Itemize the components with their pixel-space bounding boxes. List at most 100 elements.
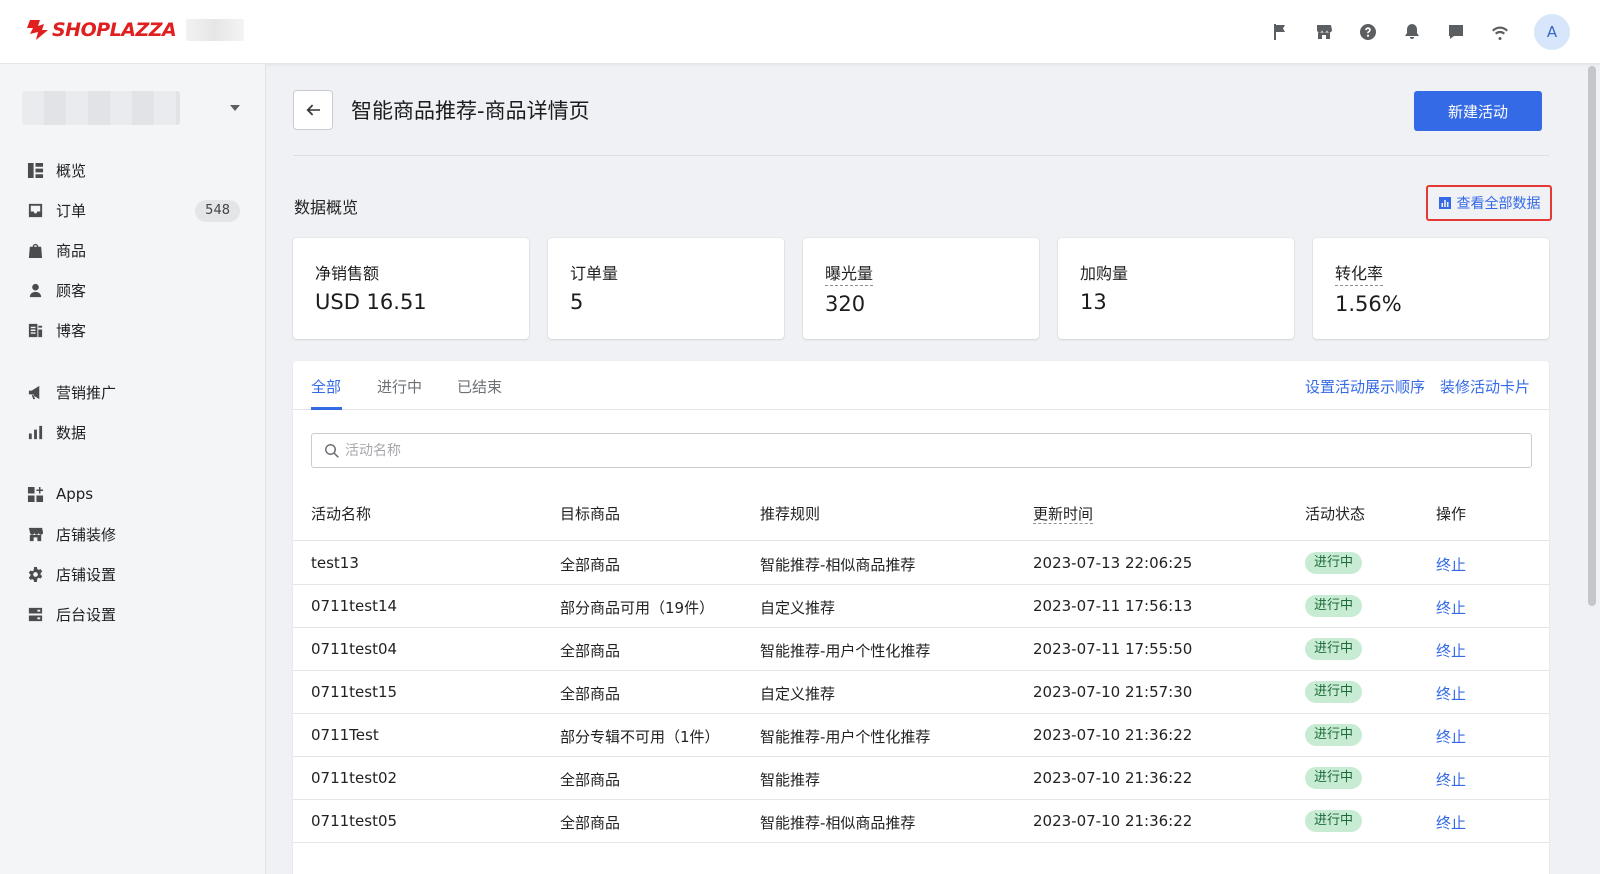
column-header-sortable[interactable]: 更新时间 xyxy=(1033,503,1094,524)
search-input[interactable] xyxy=(345,442,1495,459)
arrow-left-icon xyxy=(306,104,320,116)
active-tab-indicator xyxy=(311,407,342,410)
updated-time: 2023-07-11 17:56:13 xyxy=(1033,597,1193,615)
sidebar-item-admin-settings[interactable]: 后台设置 xyxy=(26,598,240,630)
column-header: 操作 xyxy=(1436,505,1467,523)
recommend-rule: 智能推荐-相似商品推荐 xyxy=(760,556,916,574)
sidebar-item-orders[interactable]: 订单 548 xyxy=(26,194,240,226)
sidebar-item-customers[interactable]: 顾客 xyxy=(26,274,240,306)
overview-icon xyxy=(26,161,44,179)
page-title: 智能商品推荐-商品详情页 xyxy=(351,99,590,123)
updated-time: 2023-07-11 17:55:50 xyxy=(1033,640,1193,658)
avatar[interactable]: A xyxy=(1534,14,1570,50)
table-row[interactable]: 0711test04 全部商品 智能推荐-用户个性化推荐 2023-07-11 … xyxy=(293,628,1549,671)
stop-link[interactable]: 终止 xyxy=(1436,769,1466,790)
column-header: 推荐规则 xyxy=(760,505,821,523)
recommend-rule: 智能推荐-相似商品推荐 xyxy=(760,814,916,832)
sidebar-item-label: 店铺装修 xyxy=(56,525,117,544)
tab-ended[interactable]: 已结束 xyxy=(457,376,502,397)
table-row[interactable]: 0711test02 全部商品 智能推荐 2023-07-10 21:36:22… xyxy=(293,757,1549,800)
sidebar-item-label: 顾客 xyxy=(56,281,87,300)
blurred-store-name xyxy=(186,19,245,41)
stat-label[interactable]: 转化率 xyxy=(1335,260,1384,286)
decorate-card-link[interactable]: 装修活动卡片 xyxy=(1440,376,1530,397)
target-products: 部分专辑不可用（1件） xyxy=(560,728,720,746)
activity-name: 0711Test xyxy=(311,726,379,744)
view-all-data-link[interactable]: 查看全部数据 xyxy=(1426,185,1552,221)
bag-icon xyxy=(26,241,44,259)
target-products: 全部商品 xyxy=(560,771,621,789)
sidebar-item-label: 后台设置 xyxy=(56,605,117,624)
help-icon[interactable] xyxy=(1356,20,1380,44)
sidebar-item-overview[interactable]: 概览 xyxy=(26,154,240,186)
target-products: 全部商品 xyxy=(560,556,621,574)
stop-link[interactable]: 终止 xyxy=(1436,812,1466,833)
recommend-rule: 自定义推荐 xyxy=(760,685,836,703)
stat-label: 加购量 xyxy=(1080,264,1129,283)
tab-all[interactable]: 全部 xyxy=(311,376,341,397)
stop-link[interactable]: 终止 xyxy=(1436,683,1466,704)
store-icon[interactable] xyxy=(1312,20,1336,44)
activity-name: 0711test04 xyxy=(311,640,398,658)
table-row[interactable]: 0711test15 全部商品 自定义推荐 2023-07-10 21:57:3… xyxy=(293,671,1549,714)
sidebar-item-store-design[interactable]: 店铺装修 xyxy=(26,518,240,550)
recommend-rule: 智能推荐-用户个性化推荐 xyxy=(760,642,931,660)
gear-icon xyxy=(26,565,44,583)
sidebar-item-products[interactable]: 商品 xyxy=(26,234,240,266)
page-scrollbar[interactable] xyxy=(1588,66,1596,606)
sidebar-item-label: Apps xyxy=(56,485,94,503)
sidebar-item-label: 商品 xyxy=(56,241,87,260)
sidebar-item-label: 订单 xyxy=(56,201,87,220)
table-row[interactable]: 0711Test 部分专辑不可用（1件） 智能推荐-用户个性化推荐 2023-0… xyxy=(293,714,1549,757)
sidebar-item-blog[interactable]: 博客 xyxy=(26,314,240,346)
stop-link[interactable]: 终止 xyxy=(1436,640,1466,661)
column-header: 活动名称 xyxy=(311,505,372,523)
sidebar-item-label: 数据 xyxy=(56,423,87,442)
sidebar-item-apps[interactable]: Apps xyxy=(26,478,240,510)
back-button[interactable] xyxy=(293,90,333,130)
sidebar-item-analytics[interactable]: 数据 xyxy=(26,416,240,448)
stat-card-impressions: 曝光量 320 xyxy=(803,238,1039,339)
table-row[interactable]: test13 全部商品 智能推荐-相似商品推荐 2023-07-13 22:06… xyxy=(293,542,1549,585)
sidebar-item-label: 营销推广 xyxy=(56,383,117,402)
bell-icon[interactable] xyxy=(1400,20,1424,44)
updated-time: 2023-07-10 21:36:22 xyxy=(1033,726,1193,744)
store-switcher[interactable] xyxy=(22,90,240,126)
table-row[interactable]: 0711test14 部分商品可用（19件） 自定义推荐 2023-07-11 … xyxy=(293,585,1549,628)
activity-name: 0711test14 xyxy=(311,597,398,615)
activity-name: test13 xyxy=(311,554,359,572)
sidebar-item-label: 店铺设置 xyxy=(56,565,117,584)
blurred-store-name xyxy=(22,91,180,125)
status-badge: 进行中 xyxy=(1305,552,1363,574)
chat-icon[interactable] xyxy=(1444,20,1468,44)
stat-label[interactable]: 曝光量 xyxy=(825,260,874,286)
status-badge: 进行中 xyxy=(1305,810,1363,832)
flag-icon[interactable] xyxy=(1268,20,1292,44)
target-products: 全部商品 xyxy=(560,814,621,832)
sidebar-item-store-settings[interactable]: 店铺设置 xyxy=(26,558,240,590)
set-display-order-link[interactable]: 设置活动展示顺序 xyxy=(1305,376,1425,397)
table-header: 活动名称 目标商品 推荐规则 更新时间 活动状态 操作 xyxy=(293,491,1549,541)
table-row[interactable]: 0711test05 全部商品 智能推荐-相似商品推荐 2023-07-10 2… xyxy=(293,800,1549,843)
tab-in-progress[interactable]: 进行中 xyxy=(377,376,422,397)
target-products: 全部商品 xyxy=(560,642,621,660)
updated-time: 2023-07-13 22:06:25 xyxy=(1033,554,1193,572)
stat-card-conversion: 转化率 1.56% xyxy=(1313,238,1549,339)
stop-link[interactable]: 终止 xyxy=(1436,597,1466,618)
stop-link[interactable]: 终止 xyxy=(1436,726,1466,747)
new-activity-button[interactable]: 新建活动 xyxy=(1414,91,1542,131)
activity-name: 0711test05 xyxy=(311,812,398,830)
sidebar-item-marketing[interactable]: 营销推广 xyxy=(26,376,240,408)
wifi-icon[interactable] xyxy=(1488,20,1512,44)
logo[interactable]: SHOPLAZZA xyxy=(26,18,245,42)
activity-table-card: 全部 进行中 已结束 设置活动展示顺序 装修活动卡片 活动名称 目标商品 推荐规… xyxy=(293,361,1549,874)
activity-name: 0711test15 xyxy=(311,683,398,701)
view-all-label: 查看全部数据 xyxy=(1456,196,1541,212)
tab-bar: 全部 进行中 已结束 设置活动展示顺序 装修活动卡片 xyxy=(293,361,1549,410)
top-bar: SHOPLAZZA A xyxy=(0,0,1600,64)
inbox-icon xyxy=(26,201,44,219)
stat-card-add-to-cart: 加购量 13 xyxy=(1058,238,1294,339)
search-field[interactable] xyxy=(311,433,1532,468)
stat-value: 5 xyxy=(570,290,584,314)
stop-link[interactable]: 终止 xyxy=(1436,554,1466,575)
